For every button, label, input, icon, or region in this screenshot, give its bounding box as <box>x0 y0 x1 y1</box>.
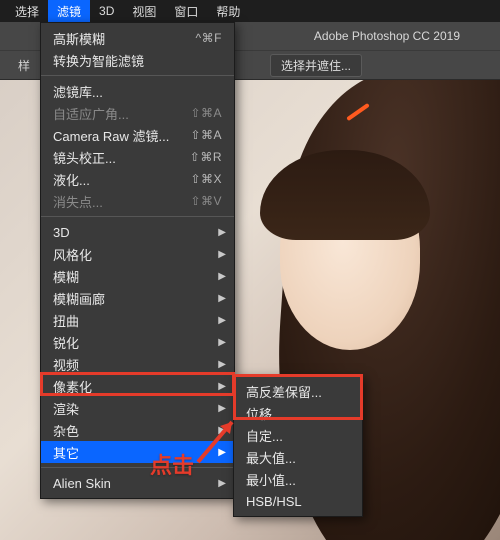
menu-separator <box>41 467 234 468</box>
menu-item-filter-gallery[interactable]: 滤镜库... <box>41 80 234 102</box>
menu-separator <box>41 75 234 76</box>
chevron-right-icon: ▶ <box>218 315 226 326</box>
menu-item-blur-gallery[interactable]: 模糊画廊▶ <box>41 287 234 309</box>
menu-3d[interactable]: 3D <box>90 0 123 22</box>
submenu-item-maximum[interactable]: 最大值... <box>234 446 362 468</box>
other-submenu: 高反差保留... 位移... 自定... 最大值... 最小值... HSB/H… <box>233 375 363 517</box>
menu-item-vanishing-point[interactable]: 消失点...⇧⌘V <box>41 190 234 212</box>
menu-item-render[interactable]: 渲染▶ <box>41 397 234 419</box>
menu-separator <box>41 216 234 217</box>
menu-item-camera-raw[interactable]: Camera Raw 滤镜...⇧⌘A <box>41 124 234 146</box>
app-title: Adobe Photoshop CC 2019 <box>314 29 460 43</box>
menu-item-convert-smart-filter[interactable]: 转换为智能滤镜 <box>41 49 234 71</box>
menu-item-noise[interactable]: 杂色▶ <box>41 419 234 441</box>
chevron-right-icon: ▶ <box>218 337 226 348</box>
menubar: 选择 滤镜 3D 视图 窗口 帮助 <box>0 0 500 22</box>
chevron-right-icon: ▶ <box>218 293 226 304</box>
chevron-right-icon: ▶ <box>218 381 226 392</box>
menu-item-video[interactable]: 视频▶ <box>41 353 234 375</box>
annotation-text: 点击 <box>150 448 194 480</box>
menu-item-last-filter[interactable]: 高斯模糊^⌘F <box>41 27 234 49</box>
menu-select[interactable]: 选择 <box>6 0 48 22</box>
submenu-item-hsb-hsl[interactable]: HSB/HSL <box>234 490 362 512</box>
menu-filter[interactable]: 滤镜 <box>48 0 90 22</box>
submenu-item-high-pass[interactable]: 高反差保留... <box>234 380 362 402</box>
chevron-right-icon: ▶ <box>218 271 226 282</box>
menu-item-other[interactable]: 其它▶ <box>41 441 234 463</box>
menu-item-blur[interactable]: 模糊▶ <box>41 265 234 287</box>
menu-item-sharpen[interactable]: 锐化▶ <box>41 331 234 353</box>
submenu-item-offset[interactable]: 位移... <box>234 402 362 424</box>
submenu-item-minimum[interactable]: 最小值... <box>234 468 362 490</box>
menu-help[interactable]: 帮助 <box>207 0 249 22</box>
menu-item-stylize[interactable]: 风格化▶ <box>41 243 234 265</box>
menu-window[interactable]: 窗口 <box>165 0 207 22</box>
menu-item-adaptive-wide-angle[interactable]: 自适应广角...⇧⌘A <box>41 102 234 124</box>
chevron-right-icon: ▶ <box>218 403 226 414</box>
menu-item-3d[interactable]: 3D▶ <box>41 221 234 243</box>
options-left-label: 样 <box>18 57 30 74</box>
submenu-item-custom[interactable]: 自定... <box>234 424 362 446</box>
menu-item-alien-skin[interactable]: Alien Skin▶ <box>41 472 234 494</box>
menu-item-distort[interactable]: 扭曲▶ <box>41 309 234 331</box>
menu-item-liquify[interactable]: 液化...⇧⌘X <box>41 168 234 190</box>
menu-view[interactable]: 视图 <box>123 0 165 22</box>
menu-item-lens-correction[interactable]: 镜头校正...⇧⌘R <box>41 146 234 168</box>
chevron-right-icon: ▶ <box>218 447 226 458</box>
chevron-right-icon: ▶ <box>218 359 226 370</box>
chevron-right-icon: ▶ <box>218 227 226 238</box>
select-and-mask-button[interactable]: 选择并遮住... <box>270 54 362 77</box>
chevron-right-icon: ▶ <box>218 425 226 436</box>
chevron-right-icon: ▶ <box>218 478 226 489</box>
menu-item-pixelate[interactable]: 像素化▶ <box>41 375 234 397</box>
filter-dropdown-menu: 高斯模糊^⌘F 转换为智能滤镜 滤镜库... 自适应广角...⇧⌘A Camer… <box>40 22 235 499</box>
chevron-right-icon: ▶ <box>218 249 226 260</box>
